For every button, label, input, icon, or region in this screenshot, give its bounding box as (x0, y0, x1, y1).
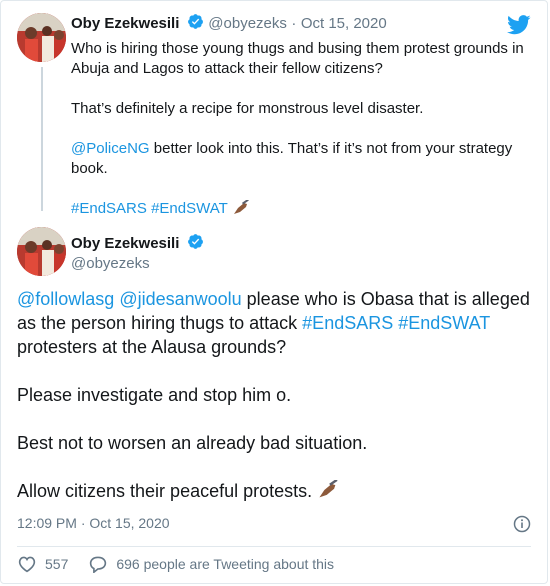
hashtag-link[interactable]: #EndSARS (302, 313, 393, 333)
mention-link[interactable]: @followlasg (17, 289, 114, 309)
quoted-paragraph: @PoliceNG better look into this. That’s … (71, 139, 531, 179)
author-avatar[interactable] (17, 227, 66, 276)
quoted-handle[interactable]: @obyezeks (208, 15, 287, 32)
writing-hand-emoji (319, 480, 338, 498)
like-count: 557 (45, 556, 69, 572)
quoted-header: Oby Ezekwesili @obyezeks · Oct 15, 2020 (71, 13, 387, 33)
writing-hand-emoji (233, 200, 249, 214)
info-icon[interactable] (513, 515, 531, 533)
heart-icon (18, 556, 36, 573)
like-button[interactable]: 557 (17, 555, 68, 573)
tweeting-about-link[interactable]: 696 people are Tweeting about this (88, 555, 334, 573)
divider (17, 546, 531, 547)
tweeting-about-text: 696 people are Tweeting about this (116, 556, 335, 572)
quoted-paragraph: That’s definitely a recipe for monstrous… (71, 100, 424, 117)
tweet-paragraph: Please investigate and stop him o. (17, 385, 292, 405)
tweet-card: Oby Ezekwesili @obyezeks · Oct 15, 2020 … (0, 0, 548, 584)
quoted-author-name[interactable]: Oby Ezekwesili (71, 15, 179, 32)
hashtag-link[interactable]: #EndSWAT (398, 313, 490, 333)
author-name[interactable]: Oby Ezekwesili (71, 235, 179, 252)
author-handle[interactable]: @obyezeks (71, 254, 204, 274)
tweet-text: @followlasg @jidesanwoolu please who is … (17, 287, 537, 527)
tweet-timestamp[interactable]: 12:09 PM · Oct 15, 2020 (17, 515, 170, 531)
mention-link[interactable]: @PoliceNG (71, 140, 150, 157)
mention-link[interactable]: @jidesanwoolu (119, 289, 241, 309)
quoted-tweet-text: Who is hiring those young thugs and busi… (71, 39, 531, 239)
author-header: Oby Ezekwesili @obyezeks (71, 233, 204, 274)
tweet-paragraph: Best not to worsen an already bad situat… (17, 433, 368, 453)
quoted-paragraph: #EndSARS #EndSWAT (71, 199, 531, 219)
hashtag-link[interactable]: #EndSARS (71, 200, 147, 217)
quoted-paragraph: Who is hiring those young thugs and busi… (71, 40, 524, 77)
quoted-date[interactable]: Oct 15, 2020 (301, 15, 387, 32)
text-span: Allow citizens their peaceful protests. (17, 481, 313, 501)
quoted-avatar[interactable] (17, 13, 66, 62)
text-span: protesters at the Alausa grounds? (17, 337, 287, 357)
separator: · (291, 15, 297, 32)
comment-icon (90, 556, 107, 573)
tweet-paragraph: Allow citizens their peaceful protests. (17, 479, 537, 503)
author-name-row[interactable]: Oby Ezekwesili (71, 233, 204, 254)
verified-icon (187, 14, 203, 29)
twitter-logo-icon[interactable] (507, 15, 531, 35)
tweet-actions: 557 696 people are Tweeting about this (17, 555, 354, 573)
thread-line (41, 67, 43, 211)
tweet-paragraph: @followlasg @jidesanwoolu please who is … (17, 287, 537, 359)
hashtag-link[interactable]: #EndSWAT (151, 200, 227, 217)
verified-icon (187, 234, 203, 249)
